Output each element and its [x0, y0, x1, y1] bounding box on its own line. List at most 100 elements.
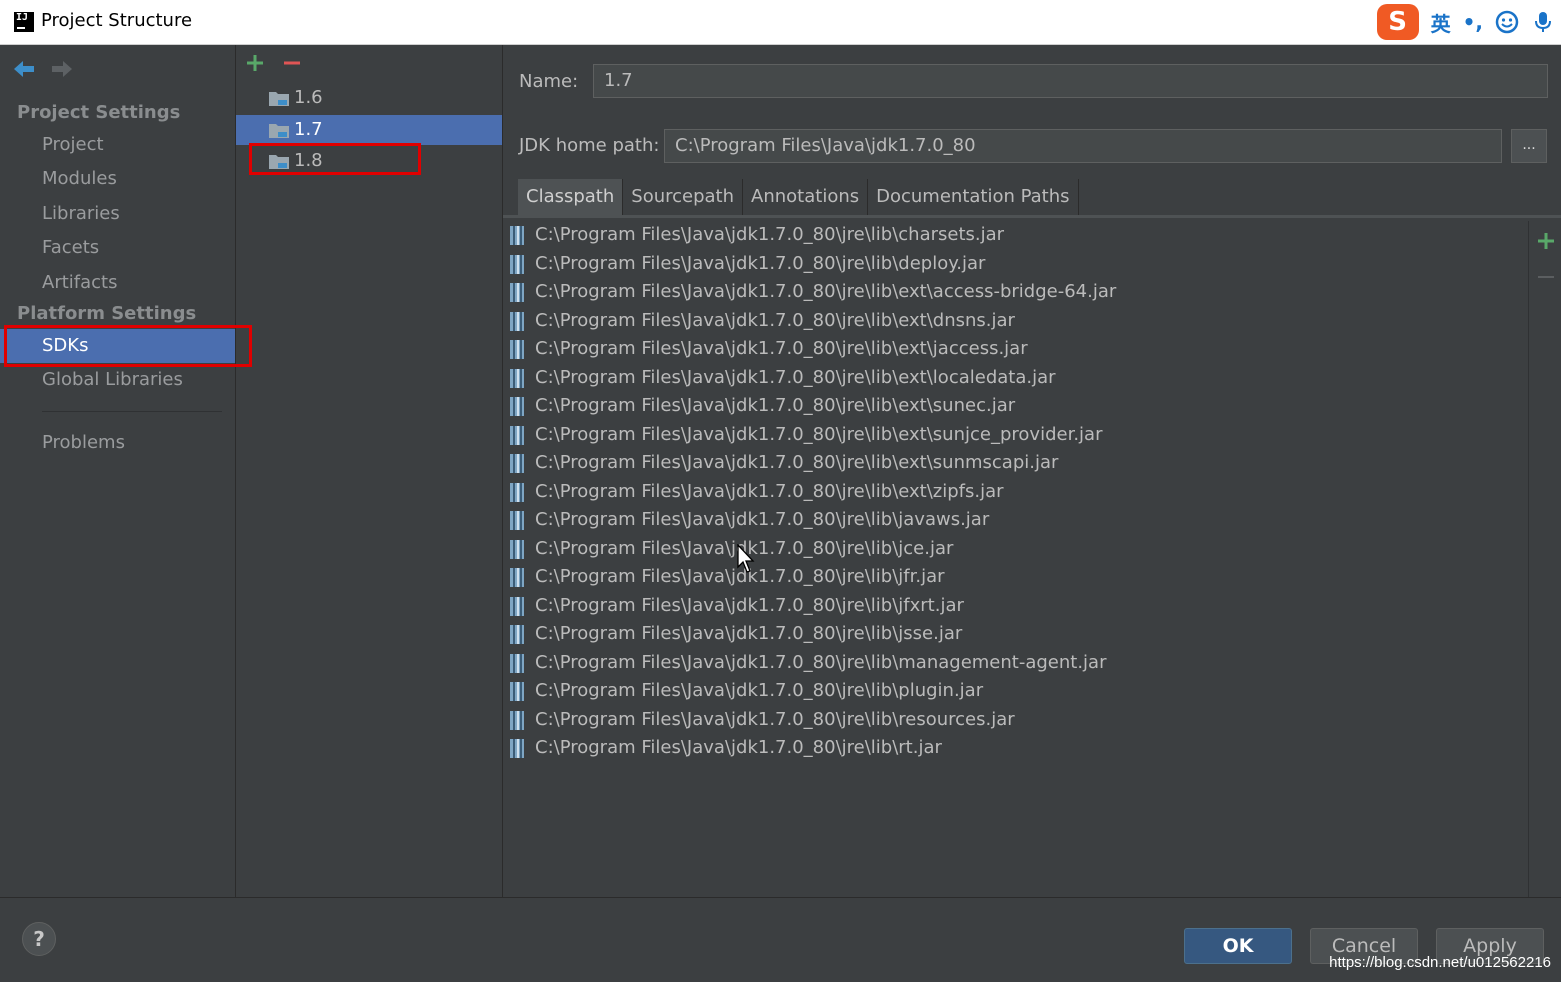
jar-file-icon — [510, 397, 524, 416]
name-field[interactable]: 1.7 — [593, 64, 1548, 98]
sdk-1-8-highlight-box — [249, 143, 421, 175]
classpath-row[interactable]: C:\Program Files\Java\jdk1.7.0_80\jre\li… — [503, 506, 1528, 535]
jar-file-icon — [510, 283, 524, 302]
sdk-folder-icon — [269, 92, 289, 106]
classpath-row[interactable]: C:\Program Files\Java\jdk1.7.0_80\jre\li… — [503, 535, 1528, 564]
project-settings-header: Project Settings — [17, 102, 181, 123]
sdk-item-label: 1.6 — [294, 87, 323, 108]
forward-arrow-icon[interactable] — [50, 59, 74, 79]
classpath-row-label: C:\Program Files\Java\jdk1.7.0_80\jre\li… — [535, 281, 1117, 302]
sdks-highlight-box — [4, 325, 252, 367]
jar-file-icon — [510, 682, 524, 701]
jar-file-icon — [510, 311, 524, 331]
remove-icon[interactable] — [282, 53, 302, 73]
jar-file-icon — [510, 596, 524, 616]
classpath-row[interactable]: C:\Program Files\Java\jdk1.7.0_80\jre\li… — [503, 278, 1528, 307]
ime-punctuation-toggle[interactable]: •, — [1463, 10, 1483, 34]
tab-classpath[interactable]: Classpath — [518, 179, 624, 215]
tab-annotations[interactable]: Annotations — [743, 179, 869, 215]
classpath-row[interactable]: C:\Program Files\Java\jdk1.7.0_80\jre\li… — [503, 364, 1528, 393]
classpath-row[interactable]: C:\Program Files\Java\jdk1.7.0_80\jre\li… — [503, 649, 1528, 678]
classpath-row-label: C:\Program Files\Java\jdk1.7.0_80\jre\li… — [535, 452, 1059, 473]
sdk-item-1-7[interactable]: 1.7 — [236, 115, 502, 145]
jar-file-icon — [510, 454, 524, 473]
jar-file-icon — [510, 739, 524, 758]
tab-sourcepath[interactable]: Sourcepath — [623, 179, 744, 215]
watermark-text: https://blog.csdn.net/u012562216 — [1329, 954, 1551, 971]
jar-file-icon — [510, 340, 524, 359]
classpath-list[interactable]: C:\Program Files\Java\jdk1.7.0_80\jre\li… — [503, 221, 1529, 897]
ime-toolbar: S 英 •, — [1376, 2, 1555, 42]
window-title: Project Structure — [41, 10, 193, 31]
mouse-cursor-icon — [737, 544, 755, 573]
jar-file-icon — [510, 625, 524, 644]
classpath-row[interactable]: C:\Program Files\Java\jdk1.7.0_80\jre\li… — [503, 734, 1528, 763]
platform-settings-header: Platform Settings — [17, 303, 197, 324]
jdk-home-path-field[interactable]: C:\Program Files\Java\jdk1.7.0_80 — [664, 129, 1502, 163]
sidebar-item-modules[interactable]: Modules — [0, 162, 235, 196]
sdk-item-1-6[interactable]: 1.6 — [236, 83, 502, 113]
classpath-row[interactable]: C:\Program Files\Java\jdk1.7.0_80\jre\li… — [503, 592, 1528, 621]
classpath-row[interactable]: C:\Program Files\Java\jdk1.7.0_80\jre\li… — [503, 307, 1528, 336]
classpath-row[interactable]: C:\Program Files\Java\jdk1.7.0_80\jre\li… — [503, 335, 1528, 364]
jar-file-icon — [510, 368, 524, 388]
classpath-row[interactable]: C:\Program Files\Java\jdk1.7.0_80\jre\li… — [503, 392, 1528, 421]
classpath-row[interactable]: C:\Program Files\Java\jdk1.7.0_80\jre\li… — [503, 221, 1528, 250]
jar-file-icon — [510, 425, 524, 445]
sdk-folder-icon — [269, 124, 289, 138]
jar-file-icon — [510, 710, 524, 730]
classpath-row-label: C:\Program Files\Java\jdk1.7.0_80\jre\li… — [535, 509, 990, 530]
sdk-item-label: 1.7 — [294, 119, 323, 140]
classpath-row[interactable]: C:\Program Files\Java\jdk1.7.0_80\jre\li… — [503, 677, 1528, 706]
tab-underline — [503, 215, 1561, 218]
help-button[interactable]: ? — [22, 922, 56, 956]
back-arrow-icon[interactable] — [12, 59, 36, 79]
emoji-icon[interactable] — [1495, 10, 1519, 34]
path-tabs: Classpath Sourcepath Annotations Documen… — [518, 179, 1079, 215]
sogou-logo-icon[interactable]: S — [1376, 4, 1419, 40]
classpath-row[interactable]: C:\Program Files\Java\jdk1.7.0_80\jre\li… — [503, 706, 1528, 735]
sdk-detail-panel: Name: 1.7 JDK home path: C:\Program File… — [503, 45, 1561, 897]
classpath-row-label: C:\Program Files\Java\jdk1.7.0_80\jre\li… — [535, 252, 986, 274]
ime-language-toggle[interactable]: 英 — [1431, 8, 1451, 37]
settings-sidebar: Project Settings Project Modules Librari… — [0, 45, 236, 897]
dialog-footer: ? OK Cancel Apply https://blog.csdn.net/… — [0, 897, 1561, 982]
classpath-row[interactable]: C:\Program Files\Java\jdk1.7.0_80\jre\li… — [503, 449, 1528, 478]
classpath-row[interactable]: C:\Program Files\Java\jdk1.7.0_80\jre\li… — [503, 250, 1528, 279]
classpath-row-label: C:\Program Files\Java\jdk1.7.0_80\jre\li… — [535, 623, 963, 644]
jar-file-icon — [510, 482, 524, 502]
remove-path-icon[interactable] — [1536, 267, 1556, 287]
title-bar: IJ Project Structure S 英 •, — [0, 0, 1561, 45]
sidebar-item-libraries[interactable]: Libraries — [0, 197, 235, 231]
jdk-home-path-label: JDK home path: — [519, 135, 660, 156]
jar-file-icon — [510, 568, 524, 587]
classpath-row-label: C:\Program Files\Java\jdk1.7.0_80\jre\li… — [535, 338, 1028, 359]
classpath-row[interactable]: C:\Program Files\Java\jdk1.7.0_80\jre\li… — [503, 563, 1528, 592]
microphone-icon[interactable] — [1531, 10, 1555, 34]
tab-documentation-paths[interactable]: Documentation Paths — [868, 179, 1079, 215]
classpath-row-label: C:\Program Files\Java\jdk1.7.0_80\jre\li… — [535, 224, 1005, 245]
classpath-row-label: C:\Program Files\Java\jdk1.7.0_80\jre\li… — [535, 480, 1004, 502]
jar-file-icon — [510, 511, 524, 530]
browse-button[interactable]: ... — [1511, 129, 1547, 163]
sidebar-item-artifacts[interactable]: Artifacts — [0, 266, 235, 300]
sidebar-item-facets[interactable]: Facets — [0, 231, 235, 265]
intellij-app-icon: IJ — [14, 12, 34, 32]
add-path-icon[interactable] — [1536, 231, 1556, 251]
classpath-row[interactable]: C:\Program Files\Java\jdk1.7.0_80\jre\li… — [503, 478, 1528, 507]
classpath-row-label: C:\Program Files\Java\jdk1.7.0_80\jre\li… — [535, 366, 1056, 388]
jar-file-icon — [510, 226, 524, 245]
classpath-row-label: C:\Program Files\Java\jdk1.7.0_80\jre\li… — [535, 309, 1015, 331]
sidebar-item-global-libraries[interactable]: Global Libraries — [0, 363, 235, 397]
classpath-row[interactable]: C:\Program Files\Java\jdk1.7.0_80\jre\li… — [503, 620, 1528, 649]
classpath-row-label: C:\Program Files\Java\jdk1.7.0_80\jre\li… — [535, 423, 1103, 445]
sidebar-item-problems[interactable]: Problems — [0, 426, 235, 460]
classpath-row[interactable]: C:\Program Files\Java\jdk1.7.0_80\jre\li… — [503, 421, 1528, 450]
classpath-row-label: C:\Program Files\Java\jdk1.7.0_80\jre\li… — [535, 708, 1015, 730]
jar-file-icon — [510, 653, 524, 673]
ok-button[interactable]: OK — [1184, 928, 1292, 964]
sidebar-item-project[interactable]: Project — [0, 128, 235, 162]
name-label: Name: — [519, 71, 579, 92]
add-icon[interactable] — [245, 53, 265, 73]
sidebar-separator — [42, 411, 222, 412]
